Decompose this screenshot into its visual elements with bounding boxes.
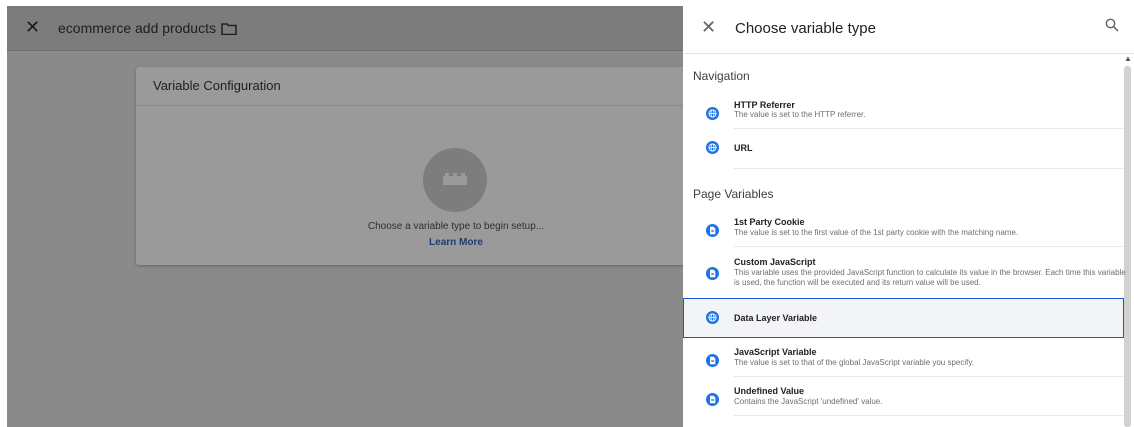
divider xyxy=(734,376,1123,377)
document-icon xyxy=(706,354,719,367)
section-navigation: Navigation xyxy=(693,69,750,83)
folder-icon[interactable] xyxy=(221,23,237,35)
panel-title: Choose variable type xyxy=(735,20,876,37)
variable-type-undefined-value[interactable]: Undefined Value Contains the JavaScript … xyxy=(683,384,1123,418)
scroll-up-arrow-icon[interactable]: ▲ xyxy=(1124,54,1132,63)
app-frame: ✕ ecommerce add products Variable Config… xyxy=(7,6,1134,427)
variable-type-1st-party-cookie[interactable]: 1st Party Cookie The value is set to the… xyxy=(683,215,1123,249)
card-header: Variable Configuration xyxy=(136,67,688,106)
document-icon xyxy=(706,393,719,406)
divider xyxy=(734,415,1123,416)
item-description: The value is set to the HTTP referrer. xyxy=(734,110,866,119)
variable-type-placeholder[interactable] xyxy=(423,148,487,212)
setup-hint: Choose a variable type to begin setup... xyxy=(367,221,545,232)
globe-icon xyxy=(706,311,719,324)
variable-configuration-card: Variable Configuration Choose a variable… xyxy=(136,67,688,265)
item-description: Contains the JavaScript 'undefined' valu… xyxy=(734,397,883,406)
close-editor-icon[interactable]: ✕ xyxy=(25,18,40,36)
scrollbar[interactable] xyxy=(1124,66,1131,427)
item-name: Data Layer Variable xyxy=(734,313,818,323)
item-name: Undefined Value xyxy=(734,386,805,396)
tag-title[interactable]: ecommerce add products xyxy=(58,20,216,36)
editor-top-bar: ✕ ecommerce add products xyxy=(7,6,687,51)
item-name: JavaScript Variable xyxy=(734,347,817,357)
item-name: HTTP Referrer xyxy=(734,100,795,110)
globe-icon xyxy=(706,107,719,120)
globe-icon xyxy=(706,141,719,154)
item-name: URL xyxy=(734,143,753,153)
close-panel-icon[interactable]: ✕ xyxy=(701,18,716,36)
choose-variable-type-panel: ✕ Choose variable type ▲ Navigation HTTP… xyxy=(683,6,1134,427)
variable-type-url[interactable]: URL xyxy=(683,136,1123,169)
divider xyxy=(734,168,1123,169)
item-description: The value is set to the first value of t… xyxy=(734,228,1019,237)
variable-type-javascript-variable[interactable]: JavaScript Variable The value is set to … xyxy=(683,345,1123,379)
search-icon[interactable] xyxy=(1105,18,1119,32)
item-description: The value is set to that of the global J… xyxy=(734,358,974,367)
document-icon xyxy=(706,267,719,280)
section-page-variables: Page Variables xyxy=(693,187,774,201)
variable-type-http-referrer[interactable]: HTTP Referrer The value is set to the HT… xyxy=(683,98,1123,130)
divider xyxy=(734,246,1123,247)
variable-type-custom-javascript[interactable]: Custom JavaScript This variable uses the… xyxy=(683,254,1126,298)
learn-more-link[interactable]: Learn More xyxy=(136,237,776,248)
divider xyxy=(734,128,1123,129)
item-name: 1st Party Cookie xyxy=(734,217,805,227)
panel-header: ✕ Choose variable type xyxy=(683,6,1134,54)
brick-icon xyxy=(443,173,467,185)
document-icon xyxy=(706,224,719,237)
variable-type-data-layer-variable[interactable]: Data Layer Variable xyxy=(683,298,1124,338)
item-description: This variable uses the provided JavaScri… xyxy=(734,268,1126,287)
item-name: Custom JavaScript xyxy=(734,257,816,267)
